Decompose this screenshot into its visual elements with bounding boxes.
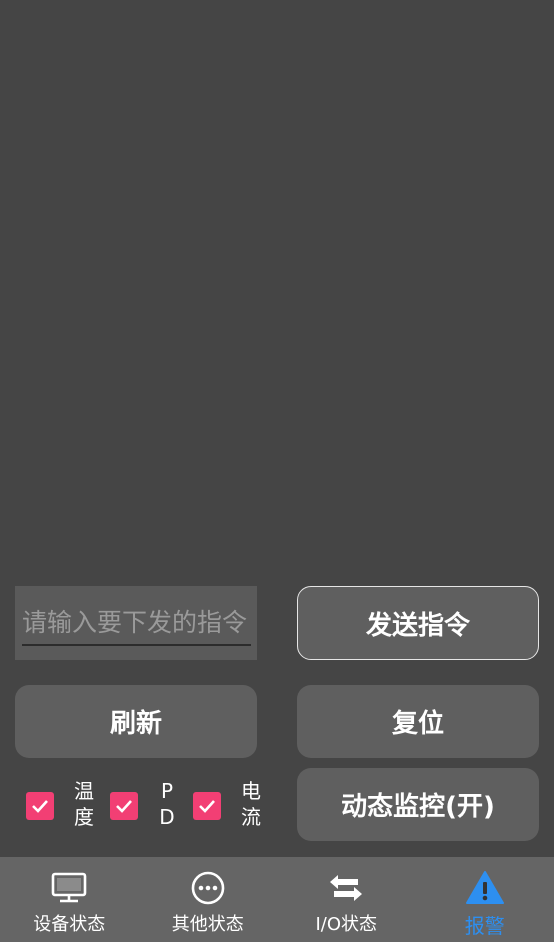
temperature-checkbox-group: 温度 — [26, 776, 94, 836]
monitor-icon — [49, 868, 89, 908]
current-checkbox[interactable] — [193, 792, 221, 820]
bottom-nav: 设备状态 其他状态 I/O状态 报警 — [0, 857, 554, 942]
nav-label-other-status: 其他状态 — [171, 914, 244, 935]
temperature-label: 温度 — [74, 779, 94, 829]
nav-item-alarm[interactable]: 报警 — [416, 857, 554, 942]
dynamic-monitor-button[interactable]: 动态监控(开) — [297, 768, 539, 841]
swap-icon — [326, 868, 366, 908]
nav-item-other-status[interactable]: 其他状态 — [139, 857, 278, 942]
alert-icon — [465, 868, 505, 908]
nav-label-alarm: 报警 — [464, 914, 505, 938]
send-command-button[interactable]: 发送指令 — [297, 586, 539, 660]
temperature-checkbox[interactable] — [26, 792, 54, 820]
command-input-container — [15, 586, 257, 660]
reset-button[interactable]: 复位 — [297, 685, 539, 758]
nav-label-io-status: I/O状态 — [315, 914, 378, 935]
command-input[interactable] — [22, 600, 251, 646]
more-icon — [188, 868, 228, 908]
alarm-screen: 发送指令 刷新 复位 动态监控(开) 温度 PD 电流 — [0, 0, 554, 942]
refresh-button[interactable]: 刷新 — [15, 685, 257, 758]
check-icon — [199, 800, 215, 813]
current-checkbox-group: 电流 — [193, 776, 261, 836]
current-label: 电流 — [241, 779, 261, 829]
check-icon — [116, 800, 132, 813]
nav-item-device-status[interactable]: 设备状态 — [0, 857, 139, 942]
pd-checkbox-group: PD — [110, 776, 177, 836]
pd-checkbox[interactable] — [110, 792, 138, 820]
pd-label: PD — [159, 779, 175, 829]
nav-label-device-status: 设备状态 — [33, 914, 106, 935]
nav-item-io-status[interactable]: I/O状态 — [277, 857, 416, 942]
check-icon — [32, 800, 48, 813]
